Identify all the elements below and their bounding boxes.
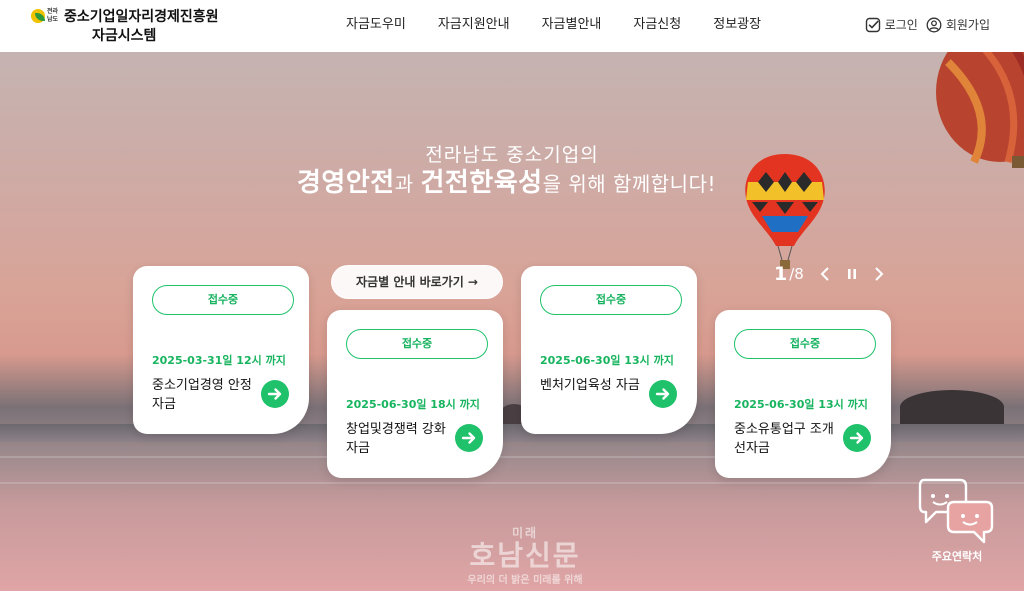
arrow-right-icon[interactable] [843,424,871,452]
logo-title: 중소기업일자리경제진흥원 [64,9,219,25]
nav-item-fund-helper[interactable]: 자금도우미 [330,0,422,52]
logo-emblem-icon: 전라남도 [30,8,60,24]
nav-item-fund-support-guide[interactable]: 자금지원안내 [422,0,526,52]
user-circle-icon [926,17,942,33]
status-badge: 접수중 [346,329,488,359]
contacts-button[interactable]: 주요연락처 [918,476,996,568]
pager-total: /8 [789,265,804,283]
user-utility: 로그인 회원가입 [865,16,990,33]
nav-item-fund-guide[interactable]: 자금별안내 [526,0,618,52]
hero-headline-line2: 경영안전과 건전한육성을 위해 함께합니다! [297,162,716,199]
fund-title: 벤처기업육성 자금 [540,378,640,393]
hot-air-balloon-icon [745,154,825,269]
fund-title: 중소유통업구 조개선자금 [734,422,834,456]
chevron-left-icon[interactable] [820,267,830,281]
deadline-text: 2025-06-30일 13시 까지 [540,354,674,367]
status-badge: 접수중 [152,285,294,315]
headline-emphasis-2: 건전한육성 [420,168,543,198]
pager-current: 1 [774,263,788,285]
deadline-text: 2025-03-31일 12시 까지 [152,354,286,367]
login-label: 로그인 [884,18,918,32]
watermark-line2: 호남신문 [469,539,581,572]
slider-pager: 1 /8 [774,263,884,285]
status-badge: 접수중 [734,329,876,359]
logo-emblem-text: 전라남도 [47,8,59,23]
headline-text-1: 과 [394,172,421,196]
site-logo[interactable]: 전라남도 중소기업일자리경제진흥원 자금시스템 [30,6,230,46]
arrow-right-icon[interactable] [261,380,289,408]
hot-air-balloon-large-icon [936,52,1024,168]
nav-item-fund-apply[interactable]: 자금신청 [617,0,697,52]
status-badge: 접수중 [540,285,682,315]
main-nav: 자금도우미 자금지원안내 자금별안내 자금신청 정보광장 [330,0,777,52]
fund-card[interactable]: 접수중 2025-03-31일 12시 까지 중소기업경영 안정자금 [133,266,309,434]
fund-title: 중소기업경영 안정자금 [152,378,252,412]
deadline-text: 2025-06-30일 18시 까지 [346,398,480,411]
deadline-text: 2025-06-30일 13시 까지 [734,398,868,411]
headline-text-2: 을 위해 함께합니다! [542,172,716,196]
login-link[interactable]: 로그인 [865,16,918,33]
fund-title: 창업및경쟁력 강화자금 [346,422,446,456]
chat-bubbles-icon [918,478,994,544]
logo-subtitle: 자금시스템 [92,28,157,44]
fund-guide-shortcut-button[interactable]: 자금별 안내 바로가기 → [331,265,503,299]
hero-banner: 전라남도 중소기업의 경영안전과 건전한육성을 위해 함께합니다! 자금별 안내… [0,52,1024,591]
fund-card[interactable]: 접수중 2025-06-30일 18시 까지 창업및경쟁력 강화자금 [327,310,503,478]
header: 전라남도 중소기업일자리경제진흥원 자금시스템 자금도우미 자금지원안내 자금별… [0,0,1024,52]
island-silhouette [900,390,1004,424]
watermark-line3: 우리의 더 밝은 미래를 위해 [467,575,583,586]
arrow-right-icon[interactable] [649,380,677,408]
chevron-right-icon[interactable] [874,267,884,281]
pause-icon[interactable] [846,268,858,280]
watermark: 미래 호남신문 우리의 더 밝은 미래를 위해 [455,524,595,590]
fund-card[interactable]: 접수중 2025-06-30일 13시 까지 중소유통업구 조개선자금 [715,310,891,478]
signup-label: 회원가입 [945,18,990,32]
arrow-right-icon[interactable] [455,424,483,452]
water-reflection [0,482,1024,484]
headline-emphasis-1: 경영안전 [297,168,395,198]
contacts-label: 주요연락처 [931,550,983,563]
nav-item-info-plaza[interactable]: 정보광장 [697,0,777,52]
fund-card[interactable]: 접수중 2025-06-30일 13시 까지 벤처기업육성 자금 [521,266,697,434]
signup-link[interactable]: 회원가입 [926,16,990,33]
check-square-icon [865,17,881,33]
